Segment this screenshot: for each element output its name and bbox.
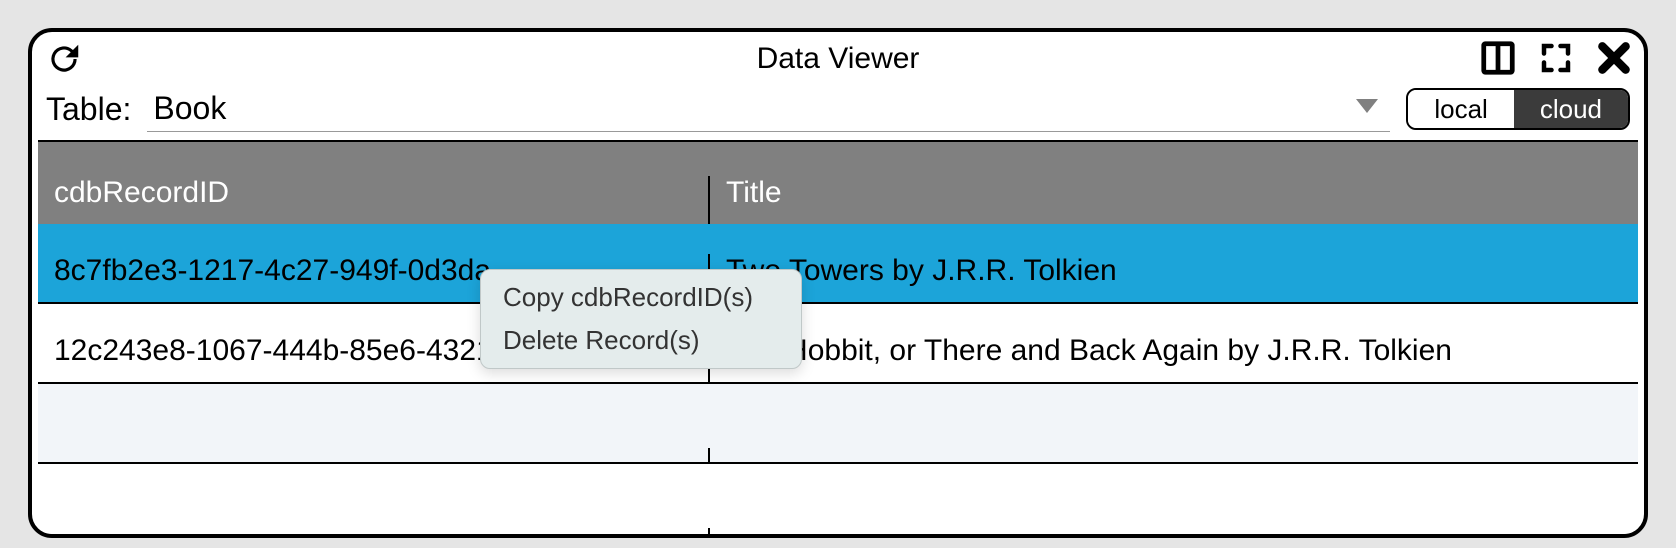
cell-title [710, 528, 1638, 538]
toggle-local[interactable]: local [1408, 90, 1513, 128]
table-selector-row: Table: Book local cloud [32, 86, 1644, 140]
grid-header: cdbRecordID Title [38, 142, 1638, 224]
close-button[interactable] [1592, 36, 1636, 80]
cell-id [38, 448, 710, 462]
table-row[interactable]: 8c7fb2e3-1217-4c27-949f-0d3da Two Towers… [38, 224, 1638, 304]
refresh-icon [45, 40, 83, 78]
titlebar: Data Viewer [32, 32, 1644, 86]
table-select-value: Book [153, 90, 226, 127]
cell-title [710, 448, 1638, 462]
cell-id [38, 528, 710, 538]
fullscreen-icon [1538, 40, 1574, 76]
toggle-cloud[interactable]: cloud [1514, 90, 1628, 128]
data-grid: cdbRecordID Title 8c7fb2e3-1217-4c27-949… [38, 140, 1638, 538]
cell-title: The Hobbit, or There and Back Again by J… [710, 334, 1638, 382]
table-label: Table: [46, 91, 131, 128]
context-delete-record[interactable]: Delete Record(s) [481, 319, 801, 362]
fullscreen-button[interactable] [1534, 36, 1578, 80]
window-title: Data Viewer [32, 42, 1644, 76]
cell-title: Two Towers by J.R.R. Tolkien [710, 254, 1638, 302]
table-row-empty[interactable] [38, 464, 1638, 538]
context-menu: Copy cdbRecordID(s) Delete Record(s) [480, 269, 802, 369]
column-header-id[interactable]: cdbRecordID [38, 176, 710, 224]
refresh-button[interactable] [42, 37, 86, 81]
columns-button[interactable] [1476, 36, 1520, 80]
close-icon [1594, 38, 1634, 78]
table-row[interactable]: 12c243e8-1067-444b-85e6-4321c230b233 The… [38, 304, 1638, 384]
table-select[interactable]: Book [147, 86, 1390, 132]
data-viewer-window: Data Viewer Table: Book [28, 28, 1648, 538]
chevron-down-icon [1356, 99, 1378, 118]
column-header-title[interactable]: Title [710, 176, 1638, 224]
table-row-empty[interactable] [38, 384, 1638, 464]
storage-toggle: local cloud [1406, 88, 1630, 130]
columns-icon [1479, 39, 1517, 77]
context-copy-id[interactable]: Copy cdbRecordID(s) [481, 276, 801, 319]
